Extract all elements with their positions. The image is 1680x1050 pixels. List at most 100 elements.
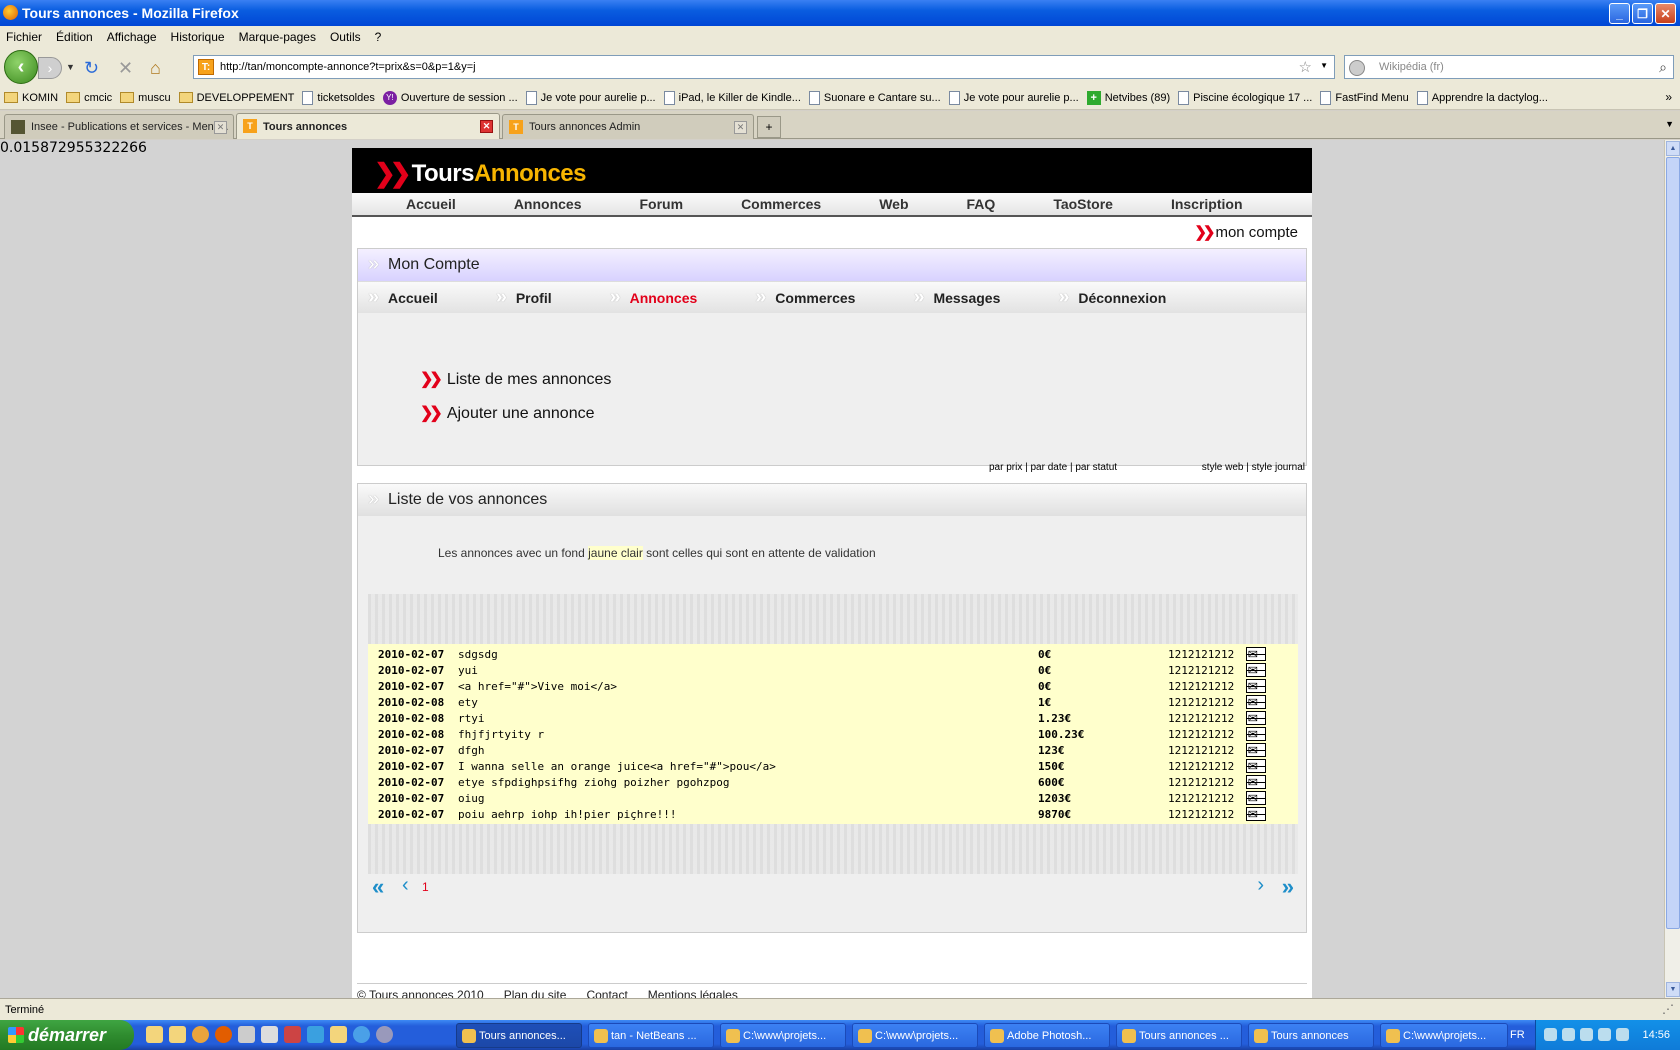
annonce-title[interactable]: sdgsdg bbox=[458, 648, 498, 661]
close-tab-icon[interactable]: ✕ bbox=[734, 121, 747, 134]
current-page[interactable]: 1 bbox=[422, 880, 429, 894]
bookmark-item[interactable]: FastFind Menu bbox=[1320, 90, 1409, 105]
scroll-down-icon[interactable]: ▼ bbox=[1666, 982, 1680, 997]
taskbar-item-explorer-1[interactable]: C:\www\projets... bbox=[720, 1023, 846, 1048]
bookmark-item[interactable]: DEVELOPPEMENT bbox=[178, 92, 294, 104]
annonce-title[interactable]: I wanna selle an orange juice<a href="#"… bbox=[458, 760, 776, 773]
annonce-title[interactable]: fhjfjrtyity r bbox=[458, 728, 544, 741]
bookmark-item[interactable]: Suonare e Cantare su... bbox=[808, 90, 941, 105]
subnav-annonces[interactable]: Annonces bbox=[600, 286, 698, 309]
close-window-button[interactable]: ✕ bbox=[1655, 3, 1676, 24]
stop-icon[interactable]: ✕ bbox=[118, 58, 133, 79]
footer-contact[interactable]: Contact bbox=[586, 988, 627, 998]
taskbar-item-netbeans[interactable]: tan - NetBeans ... bbox=[588, 1023, 714, 1048]
table-row[interactable]: 2010-02-07 poiu aehrp iohp ih!pier piçhre… bbox=[368, 806, 1298, 822]
resize-grip-icon[interactable]: ⋰ bbox=[1662, 1002, 1674, 1016]
envelope-icon[interactable] bbox=[1246, 775, 1266, 789]
globe-icon[interactable] bbox=[376, 1026, 393, 1043]
table-row[interactable]: 2010-02-07 <a href="#">Vive moi</a> 0€ 1212… bbox=[368, 678, 1298, 694]
bookmark-item[interactable]: Apprendre la dactylog... bbox=[1416, 90, 1548, 105]
url-text[interactable]: http://tan/moncompte-annonce?t=prix&s=0&… bbox=[220, 61, 476, 73]
subnav-commerces[interactable]: Commerces bbox=[745, 286, 855, 309]
envelope-icon[interactable] bbox=[1246, 807, 1266, 821]
envelope-icon[interactable] bbox=[1246, 711, 1266, 725]
bookmark-item[interactable]: Je vote pour aurelie p... bbox=[948, 90, 1079, 105]
reload-icon[interactable]: ↻ bbox=[84, 58, 99, 79]
restore-button[interactable]: ❐ bbox=[1632, 3, 1653, 24]
annonce-title[interactable]: poiu aehrp iohp ih!pier piçhre!!! bbox=[458, 808, 677, 821]
liste-annonces-link[interactable]: ❯❯ Liste de mes annonces bbox=[420, 369, 1306, 389]
wikipedia-icon[interactable] bbox=[1349, 60, 1365, 76]
nav-forum[interactable]: Forum bbox=[640, 196, 684, 212]
url-dropdown-icon[interactable]: ▼ bbox=[1320, 61, 1328, 70]
bookmark-item[interactable]: KOMIN bbox=[4, 92, 58, 104]
envelope-icon[interactable] bbox=[1246, 647, 1266, 661]
tab-tours-annonces-admin[interactable]: T Tours annonces Admin ✕ bbox=[502, 114, 754, 139]
table-row[interactable]: 2010-02-08 ety 1€ 1212121212 bbox=[368, 694, 1298, 710]
nav-faq[interactable]: FAQ bbox=[967, 196, 996, 212]
table-row[interactable]: 2010-02-07 oiug 1203€ 1212121212 bbox=[368, 790, 1298, 806]
table-row[interactable]: 2010-02-08 fhjfjrtyity r 100.23€ 1212121212 bbox=[368, 726, 1298, 742]
minimize-button[interactable]: _ bbox=[1609, 3, 1630, 24]
bookmark-item[interactable]: + Netvibes (89) bbox=[1086, 90, 1170, 105]
tray-icon[interactable] bbox=[1616, 1028, 1629, 1041]
sort-options[interactable]: par prix | par date | par statut bbox=[989, 462, 1117, 473]
bookmark-item[interactable]: cmcic bbox=[66, 92, 112, 104]
nav-commerces[interactable]: Commerces bbox=[741, 196, 821, 212]
tray-icon[interactable] bbox=[1598, 1028, 1611, 1041]
chrome-icon[interactable] bbox=[192, 1026, 209, 1043]
table-row[interactable]: 2010-02-07 sdgsdg 0€ 1212121212 bbox=[368, 646, 1298, 662]
bookmark-item[interactable]: iPad, le Killer de Kindle... bbox=[663, 90, 801, 105]
menu-aide[interactable]: ? bbox=[375, 30, 382, 44]
taskbar-item-ie[interactable]: Tours annonces ... bbox=[1116, 1023, 1242, 1048]
tray-icon[interactable] bbox=[1580, 1028, 1593, 1041]
nav-annonces[interactable]: Annonces bbox=[514, 196, 582, 212]
vertical-scrollbar[interactable]: ▲ ▼ bbox=[1664, 140, 1680, 998]
folder-icon[interactable] bbox=[330, 1026, 347, 1043]
envelope-icon[interactable] bbox=[1246, 679, 1266, 693]
bookmark-item[interactable]: Piscine écologique 17 ... bbox=[1178, 90, 1312, 105]
bookmark-item[interactable]: Y! Ouverture de session ... bbox=[382, 90, 518, 105]
close-tab-icon[interactable]: ✕ bbox=[480, 120, 493, 133]
envelope-icon[interactable] bbox=[1246, 791, 1266, 805]
tray-icon[interactable] bbox=[1562, 1028, 1575, 1041]
subnav-deconnexion[interactable]: Déconnexion bbox=[1048, 286, 1166, 309]
bookmark-star-icon[interactable]: ☆ bbox=[1299, 58, 1312, 76]
first-page-icon[interactable]: « bbox=[372, 874, 384, 900]
table-row[interactable]: 2010-02-07 yui 0€ 1212121212 bbox=[368, 662, 1298, 678]
envelope-icon[interactable] bbox=[1246, 759, 1266, 773]
tool-icon[interactable] bbox=[261, 1026, 278, 1043]
menu-historique[interactable]: Historique bbox=[171, 30, 225, 44]
clock[interactable]: 14:56 bbox=[1642, 1029, 1670, 1041]
folder-icon[interactable] bbox=[169, 1026, 186, 1043]
bookmarks-overflow-icon[interactable]: » bbox=[1665, 90, 1672, 104]
ajouter-annonce-link[interactable]: ❯❯ Ajouter une annonce bbox=[420, 403, 1306, 423]
taskbar-item-tours-annonces[interactable]: Tours annonces bbox=[1248, 1023, 1374, 1048]
annonce-title[interactable]: dfgh bbox=[458, 744, 485, 757]
menu-fichier[interactable]: Fichier bbox=[6, 30, 42, 44]
nav-inscription[interactable]: Inscription bbox=[1171, 196, 1243, 212]
annonce-title[interactable]: <a href="#">Vive moi</a> bbox=[458, 680, 617, 693]
subnav-profil[interactable]: Profil bbox=[486, 286, 552, 309]
nav-taostore[interactable]: TaoStore bbox=[1053, 196, 1113, 212]
style-options[interactable]: style web | style journal bbox=[1202, 462, 1305, 473]
annonce-title[interactable]: etye sfpdighpsifhg ziohg poizher pgohzpo… bbox=[458, 776, 730, 789]
subnav-accueil[interactable]: Accueil bbox=[358, 286, 438, 309]
firefox-icon[interactable] bbox=[215, 1026, 232, 1043]
annonce-title[interactable]: yui bbox=[458, 664, 478, 677]
ie-icon[interactable] bbox=[353, 1026, 370, 1043]
envelope-icon[interactable] bbox=[1246, 663, 1266, 677]
bookmark-item[interactable]: ticketsoldes bbox=[302, 90, 375, 105]
app-icon[interactable] bbox=[284, 1026, 301, 1043]
bookmark-item[interactable]: muscu bbox=[120, 92, 171, 104]
table-row[interactable]: 2010-02-07 etye sfpdighpsifhg ziohg poizh… bbox=[368, 774, 1298, 790]
taskbar-item-firefox[interactable]: Tours annonces... bbox=[456, 1023, 582, 1048]
taskbar-item-photoshop[interactable]: Adobe Photosh... bbox=[984, 1023, 1110, 1048]
user-icon[interactable] bbox=[238, 1026, 255, 1043]
back-button[interactable]: ‹ bbox=[4, 50, 38, 84]
table-row[interactable]: 2010-02-07 I wanna selle an orange juice<… bbox=[368, 758, 1298, 774]
tray-icon[interactable] bbox=[1544, 1028, 1557, 1041]
language-indicator[interactable]: FR bbox=[1510, 1029, 1525, 1041]
bookmark-item[interactable]: Je vote pour aurelie p... bbox=[525, 90, 656, 105]
annonce-title[interactable]: ety bbox=[458, 696, 478, 709]
